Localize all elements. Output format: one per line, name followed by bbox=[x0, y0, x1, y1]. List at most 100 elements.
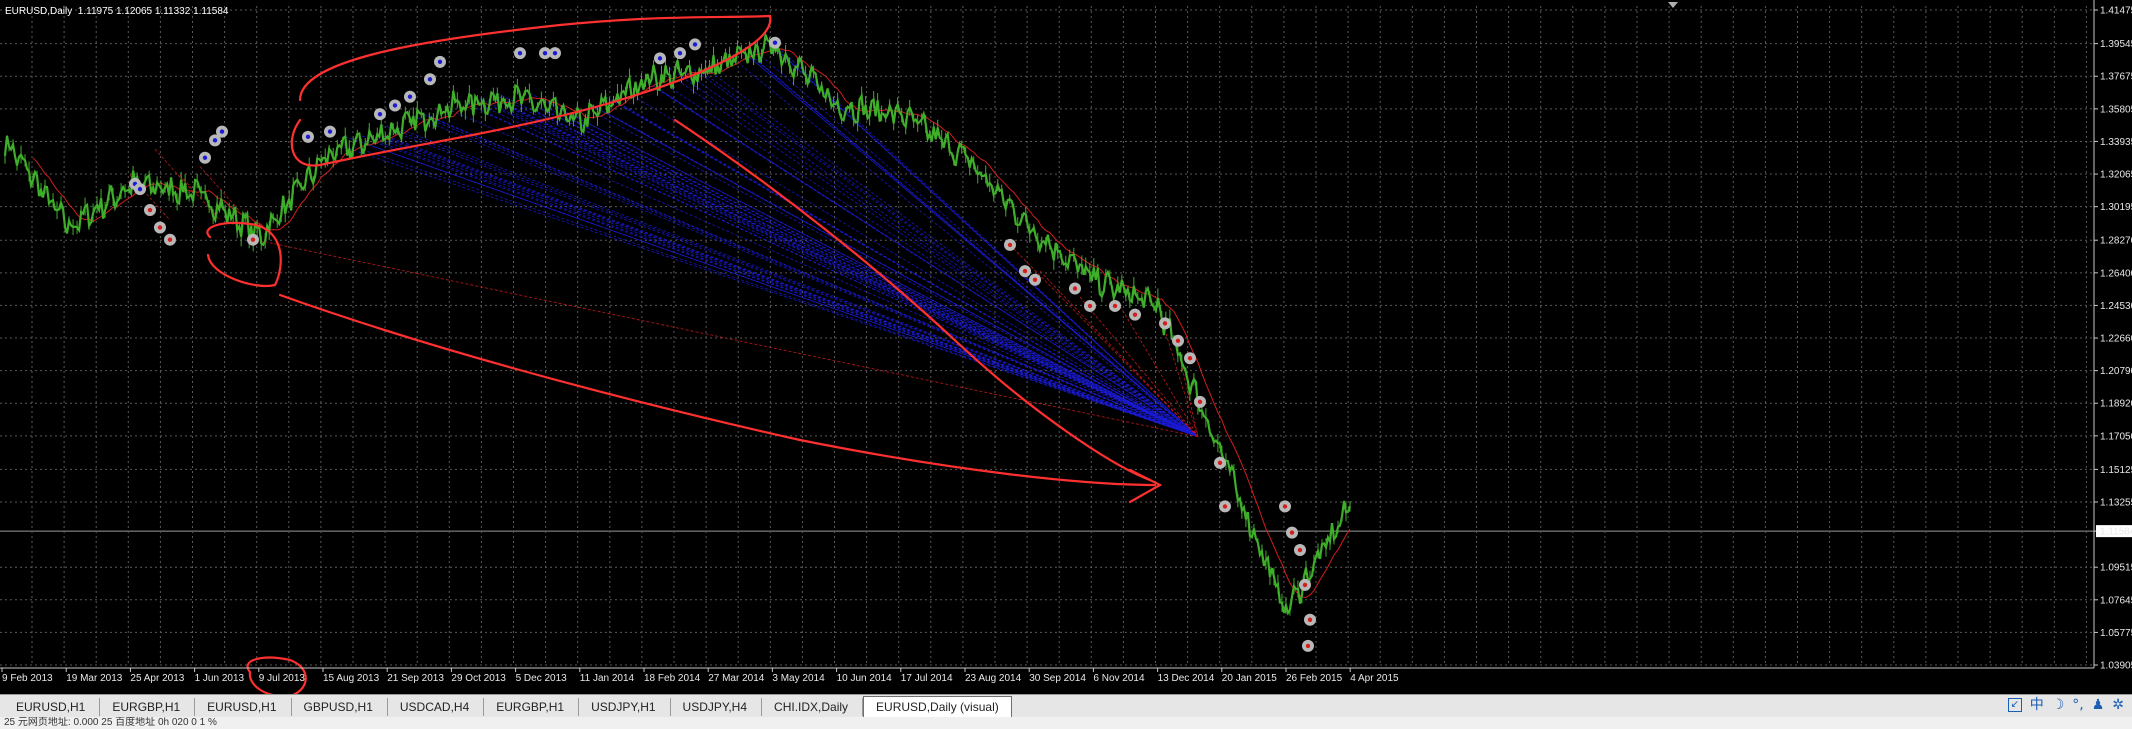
sell-signal-dot bbox=[147, 207, 153, 213]
buy-signal-dot bbox=[219, 129, 225, 134]
price-tick-label: 1.39545 bbox=[2100, 39, 2132, 50]
buy-signal-dot bbox=[427, 77, 433, 82]
tab-eurusd-daily-visual[interactable]: EURUSD,Daily (visual) bbox=[863, 696, 1012, 718]
ime-punctuation-icon[interactable]: °, bbox=[2072, 697, 2083, 713]
ime-settings-icon[interactable]: ✲ bbox=[2112, 697, 2124, 713]
buy-signal-dot bbox=[692, 42, 698, 47]
date-tick-label: 18 Feb 2014 bbox=[644, 673, 701, 684]
price-tick-label: 1.03905 bbox=[2100, 661, 2132, 672]
date-axis: 9 Feb 2013 19 Mar 2013 25 Apr 2013 1 Jun 20… bbox=[0, 667, 2094, 684]
tab-usdjpy-h4[interactable]: USDJPY,H4 bbox=[671, 698, 763, 716]
signal-markers bbox=[129, 36, 1316, 652]
buy-signal-dot bbox=[377, 111, 383, 117]
grid-lines bbox=[0, 6, 2094, 666]
sell-fan-line bbox=[1179, 358, 1199, 437]
price-tick-label: 1.20790 bbox=[2100, 366, 2132, 377]
date-tick-label: 11 Jan 2014 bbox=[580, 673, 635, 684]
date-tick-label: 20 Jan 2015 bbox=[1222, 673, 1277, 684]
date-tick-label: 3 May 2014 bbox=[772, 673, 825, 684]
sell-signal-dot bbox=[1007, 242, 1013, 248]
buy-signal-dot bbox=[407, 94, 413, 99]
buy-signal-dot bbox=[657, 56, 663, 61]
sell-signal-dot bbox=[1072, 286, 1078, 291]
date-tick-label: 10 Jun 2014 bbox=[837, 673, 892, 684]
date-tick-label: 21 Sep 2013 bbox=[387, 673, 444, 684]
tab-eurgbp-h1[interactable]: EURGBP,H1 bbox=[484, 698, 580, 716]
annotation-stroke bbox=[278, 293, 1157, 487]
price-tick-label: 1.32065 bbox=[2100, 170, 2132, 181]
buy-fan-line bbox=[689, 65, 1199, 438]
tab-usdjpy-h1[interactable]: USDJPY,H1 bbox=[579, 698, 671, 716]
buy-signal-dot bbox=[392, 103, 398, 108]
date-tick-label: 4 Apr 2015 bbox=[1350, 673, 1399, 684]
buy-signal-dot bbox=[305, 134, 311, 140]
date-tick-label: 15 Aug 2013 bbox=[323, 673, 380, 684]
ime-chinese-mode[interactable]: 中 bbox=[2030, 697, 2044, 713]
buy-fan-line bbox=[753, 57, 1199, 438]
sell-signal-dot bbox=[1302, 582, 1308, 588]
chart-shift-marker-icon[interactable] bbox=[1668, 2, 1678, 8]
sell-signal-dot bbox=[1032, 277, 1038, 282]
tab-gbpusd-h1[interactable]: GBPUSD,H1 bbox=[292, 698, 388, 716]
chart-tab-bar: EURUSD,H1 EURGBP,H1 EURUSD,H1 GBPUSD,H1 USDC… bbox=[0, 694, 2132, 718]
buy-fan-line bbox=[685, 71, 1199, 438]
buy-signal-dot bbox=[772, 40, 778, 45]
buy-fan-line bbox=[595, 112, 1199, 438]
status-bar: 25 元网页地址: 0.000 25 百度地址 0h 020 0 1 % bbox=[0, 717, 2132, 729]
date-tick-label: 13 Dec 2014 bbox=[1158, 673, 1215, 684]
sell-signal-dot bbox=[1282, 504, 1288, 509]
date-tick-label: 29 Oct 2013 bbox=[451, 673, 506, 684]
price-tick-label: 1.41475 bbox=[2100, 6, 2132, 17]
tab-eurusd-h1[interactable]: EURUSD,H1 bbox=[195, 698, 292, 716]
date-tick-label: 9 Feb 2013 bbox=[2, 673, 53, 684]
price-tick-label: 1.30195 bbox=[2100, 202, 2132, 213]
tab-usdcad-h4[interactable]: USDCAD,H4 bbox=[388, 698, 485, 716]
date-tick-label: 1 Jun 2013 bbox=[195, 673, 245, 684]
tab-chi-idx-daily[interactable]: CHI.IDX,Daily bbox=[762, 698, 864, 716]
sell-signal-dot bbox=[1175, 338, 1181, 344]
buy-fan-line bbox=[671, 88, 1199, 438]
ime-user-icon[interactable]: ♟ bbox=[2092, 697, 2105, 713]
date-tick-label: 23 Aug 2014 bbox=[965, 673, 1022, 684]
date-tick-label: 9 Jul 2013 bbox=[259, 673, 306, 684]
price-tick-label: 1.33935 bbox=[2100, 137, 2132, 148]
annotation-stroke bbox=[290, 14, 772, 167]
sell-fan-line bbox=[1039, 270, 1199, 437]
price-tick-label: 1.37675 bbox=[2100, 72, 2132, 83]
annotation-stroke bbox=[206, 221, 282, 288]
chart-tabs: EURUSD,H1 EURGBP,H1 EURUSD,H1 GBPUSD,H1 USDC… bbox=[4, 696, 1012, 718]
date-tick-label: 5 Dec 2013 bbox=[516, 673, 568, 684]
buy-signal-dot bbox=[552, 50, 558, 56]
tab-eurusd-h1[interactable]: EURUSD,H1 bbox=[4, 698, 101, 716]
sell-signal-dot bbox=[1022, 268, 1028, 274]
buy-signal-dot bbox=[437, 59, 443, 65]
ime-toggle-icon[interactable]: ↙ bbox=[2007, 698, 2022, 712]
price-tick-label: 1.26400 bbox=[2100, 268, 2132, 279]
buy-signal-dot bbox=[202, 155, 208, 160]
buy-signal-dot bbox=[327, 129, 333, 134]
sell-signal-dot bbox=[1197, 399, 1203, 405]
price-tick-label: 1.24530 bbox=[2100, 301, 2132, 312]
sell-signal-dot bbox=[1162, 321, 1168, 326]
price-chart-canvas[interactable]: 1.41475 1.39545 1.37675 1.35805 1.33935 1.320… bbox=[0, 0, 2132, 694]
tab-eurgbp-h1[interactable]: EURGBP,H1 bbox=[100, 698, 196, 716]
buy-signal-dot bbox=[212, 138, 218, 143]
price-tick-label: 1.17050 bbox=[2100, 431, 2132, 442]
sell-signal-dot bbox=[1112, 303, 1118, 309]
date-tick-label: 19 Mar 2013 bbox=[66, 673, 123, 684]
buy-fan-line bbox=[489, 104, 1199, 438]
buy-signal-dot bbox=[542, 50, 548, 56]
price-tick-label: 1.18920 bbox=[2100, 399, 2132, 410]
price-tick-label: 1.07645 bbox=[2100, 595, 2132, 606]
buy-signal-dot bbox=[517, 50, 523, 56]
ime-moon-icon[interactable]: ☽ bbox=[2052, 697, 2065, 713]
buy-fan-line bbox=[759, 62, 1199, 438]
chart-window[interactable]: EURUSD,Daily 1.11975 1.12065 1.11332 1.1… bbox=[0, 0, 2132, 694]
date-tick-label: 26 Feb 2015 bbox=[1286, 673, 1343, 684]
price-tick-label: 1.09515 bbox=[2100, 563, 2132, 574]
sell-signal-dot bbox=[167, 237, 173, 242]
sell-signal-dot bbox=[157, 225, 163, 230]
buy-signal-dot bbox=[137, 186, 143, 192]
buy-fan-line bbox=[547, 111, 1199, 438]
sell-signal-dot bbox=[1297, 547, 1303, 553]
